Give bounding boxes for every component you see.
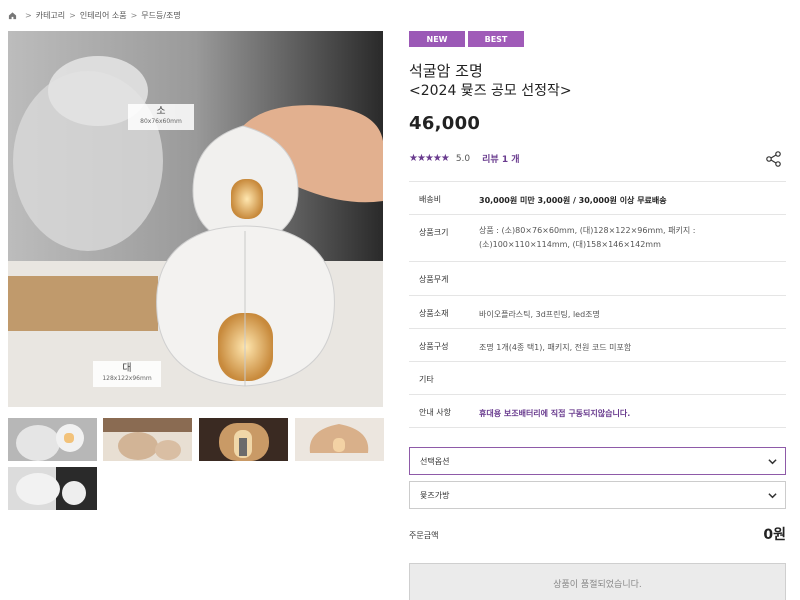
badge-group: NEW BEST xyxy=(409,31,524,47)
info-label: 상품무게 xyxy=(419,275,449,284)
size-small-name: 소 xyxy=(156,106,166,117)
info-row-composition: 상품구성 조명 1개(4종 택1), 패키지, 전원 코드 미포함 xyxy=(409,329,786,362)
breadcrumb-separator: > xyxy=(25,10,32,20)
bag-select[interactable]: 뮻즈가방 xyxy=(409,481,786,509)
info-label: 기타 xyxy=(419,375,434,384)
info-value: 바이오플라스틱, 3d프린팅, led조명 xyxy=(479,310,600,319)
bag-select-value: 뮻즈가방 xyxy=(420,490,450,500)
info-row-material: 상품소재 바이오플라스틱, 3d프린팅, led조명 xyxy=(409,296,786,329)
chevron-down-icon xyxy=(768,493,777,499)
info-row-shipping: 배송비 30,000원 미만 3,000원 / 30,000원 이상 무료배송 xyxy=(409,182,786,215)
option-select-value: 선택옵션 xyxy=(420,456,450,466)
breadcrumb: > 카테고리 > 인테리어 소품 > 무드등/조명 xyxy=(8,9,181,21)
order-total-label: 주문금액 xyxy=(409,531,439,540)
info-label: 배송비 xyxy=(419,195,442,204)
main-product-image[interactable]: 소 80x76x60mm 대 128x122x96mm xyxy=(8,31,383,407)
home-icon[interactable] xyxy=(8,11,17,20)
badge-new: NEW xyxy=(409,31,465,47)
product-price: 46,000 xyxy=(409,113,481,134)
thumbnail-2[interactable] xyxy=(103,418,192,461)
info-label: 안내 사항 xyxy=(419,408,451,417)
info-label: 상품크기 xyxy=(419,228,449,237)
chevron-down-icon xyxy=(768,459,777,465)
info-row-notice: 안내 사항 휴대용 보조배터리에 직접 구동되지않습니다. xyxy=(409,395,786,428)
size-tag-large: 대 128x122x96mm xyxy=(93,361,161,387)
star-rating-icon: ★★★★★ xyxy=(409,153,450,164)
soldout-label: 상품이 품절되었습니다. xyxy=(553,579,642,590)
badge-best: BEST xyxy=(468,31,524,47)
rating-row: ★★★★★ 5.0 리뷰 1 개 xyxy=(409,152,520,165)
thumbnail-5[interactable] xyxy=(8,467,97,510)
product-subtitle: <2024 뮻즈 공모 선정작> xyxy=(409,83,572,99)
size-large-name: 대 xyxy=(122,363,132,374)
info-label: 상품소재 xyxy=(419,309,449,318)
rating-score: 5.0 xyxy=(455,153,471,164)
thumbnail-4[interactable] xyxy=(295,418,384,461)
info-value xyxy=(479,362,786,394)
size-tag-small: 소 80x76x60mm xyxy=(128,104,194,130)
size-small-dims: 80x76x60mm xyxy=(140,118,182,125)
breadcrumb-separator: > xyxy=(130,10,138,20)
thumbnail-1[interactable] xyxy=(8,418,97,461)
info-row-size: 상품크기 상품 : (소)80×76×60mm, (대)128×122×96mm… xyxy=(409,215,786,262)
breadcrumb-item-category[interactable]: 카테고리 xyxy=(36,10,65,21)
soldout-button[interactable]: 상품이 품절되었습니다. xyxy=(409,563,786,600)
info-row-etc: 기타 xyxy=(409,362,786,395)
thumbnail-3[interactable] xyxy=(199,418,288,461)
product-title: 석굴암 조명 xyxy=(409,62,483,80)
breadcrumb-item-moodlight[interactable]: 무드등/조명 xyxy=(141,10,181,21)
info-row-weight: 상품무게 xyxy=(409,262,786,296)
breadcrumb-separator: > xyxy=(69,10,76,20)
size-large-dims: 128x122x96mm xyxy=(102,375,152,382)
product-info-table: 배송비 30,000원 미만 3,000원 / 30,000원 이상 무료배송 … xyxy=(409,181,786,428)
info-value: 30,000원 미만 3,000원 / 30,000원 이상 무료배송 xyxy=(479,196,667,205)
info-value: 상품 : (소)80×76×60mm, (대)128×122×96mm, 패키지… xyxy=(479,226,696,249)
info-value: 휴대용 보조배터리에 직접 구동되지않습니다. xyxy=(479,409,631,418)
review-count-link[interactable]: 리뷰 1 개 xyxy=(482,152,519,165)
info-value: 조명 1개(4종 택1), 패키지, 전원 코드 미포함 xyxy=(479,343,632,352)
share-icon[interactable] xyxy=(765,150,783,168)
breadcrumb-item-interior[interactable]: 인테리어 소품 xyxy=(80,10,127,21)
info-value xyxy=(479,262,786,295)
info-label: 상품구성 xyxy=(419,342,449,351)
order-total-value: 0원 xyxy=(763,527,786,543)
option-select[interactable]: 선택옵션 xyxy=(409,447,786,475)
